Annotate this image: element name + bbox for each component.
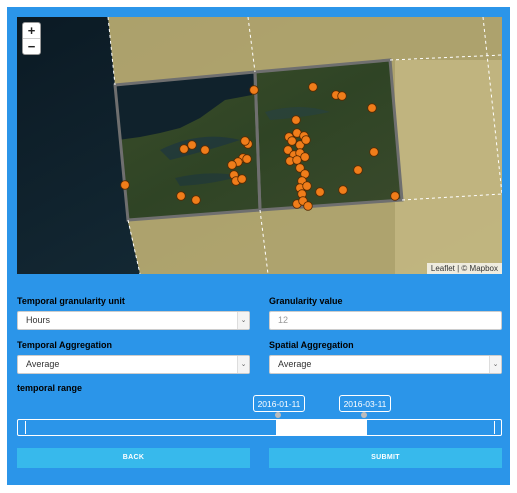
map-marker[interactable] (237, 174, 247, 184)
map-marker[interactable] (191, 195, 201, 205)
zoom-in-button[interactable]: + (23, 23, 40, 39)
map-marker[interactable] (240, 136, 250, 146)
range-slider-track[interactable] (17, 419, 502, 436)
spatial-aggregation-label: Spatial Aggregation (269, 340, 354, 350)
temporal-aggregation-value: Average (26, 359, 60, 369)
range-slider-selection[interactable] (276, 419, 367, 436)
granularity-input[interactable]: 12 (269, 311, 502, 330)
map-canvas[interactable] (17, 17, 502, 274)
temporal-range-label: temporal range (17, 383, 83, 393)
range-start-pointer (275, 412, 281, 418)
chevron-down-icon: ⌄ (237, 312, 249, 329)
map-marker[interactable] (337, 91, 347, 101)
map-marker[interactable] (176, 191, 186, 201)
granularity-label: Granularity value (269, 296, 343, 306)
map-marker[interactable] (200, 145, 210, 155)
slider-max-tick (494, 421, 495, 434)
zoom-control: + − (22, 22, 41, 55)
temporal-unit-label: Temporal granularity unit (17, 296, 125, 306)
temporal-unit-select[interactable]: Hours ⌄ (17, 311, 250, 330)
spatial-aggregation-value: Average (278, 359, 312, 369)
chevron-down-icon: ⌄ (489, 356, 501, 373)
map-marker[interactable] (249, 85, 259, 95)
map-marker[interactable] (287, 136, 297, 146)
range-start-label: 2016-01-11 (253, 395, 305, 412)
zoom-out-button[interactable]: − (23, 39, 40, 54)
range-end-pointer (361, 412, 367, 418)
temporal-unit-value: Hours (26, 315, 51, 325)
chevron-down-icon: ⌄ (237, 356, 249, 373)
map-marker[interactable] (308, 82, 318, 92)
map-marker[interactable] (227, 160, 237, 170)
back-button[interactable]: BACK (17, 448, 250, 468)
map-marker[interactable] (338, 185, 348, 195)
map-marker[interactable] (120, 180, 130, 190)
map-marker[interactable] (303, 201, 313, 211)
map-marker[interactable] (179, 144, 189, 154)
map-marker[interactable] (300, 152, 310, 162)
map-marker[interactable] (242, 154, 252, 164)
slider-min-tick (25, 421, 26, 434)
map-marker[interactable] (353, 165, 363, 175)
map-marker[interactable] (301, 135, 311, 145)
map-marker[interactable] (367, 103, 377, 113)
map-marker[interactable] (291, 115, 301, 125)
spatial-aggregation-select[interactable]: Average ⌄ (269, 355, 502, 374)
granularity-placeholder: 12 (278, 315, 289, 325)
map[interactable]: + − Leaflet | © Mapbox (17, 17, 502, 274)
map-attribution[interactable]: Leaflet | © Mapbox (426, 263, 502, 274)
map-marker[interactable] (292, 155, 302, 165)
map-marker[interactable] (315, 187, 325, 197)
map-marker[interactable] (302, 181, 312, 191)
map-marker[interactable] (390, 191, 400, 201)
map-marker[interactable] (187, 140, 197, 150)
map-marker[interactable] (369, 147, 379, 157)
temporal-aggregation-label: Temporal Aggregation (17, 340, 113, 350)
temporal-aggregation-select[interactable]: Average ⌄ (17, 355, 250, 374)
submit-button[interactable]: SUBMIT (269, 448, 502, 468)
range-end-label: 2016-03-11 (339, 395, 391, 412)
